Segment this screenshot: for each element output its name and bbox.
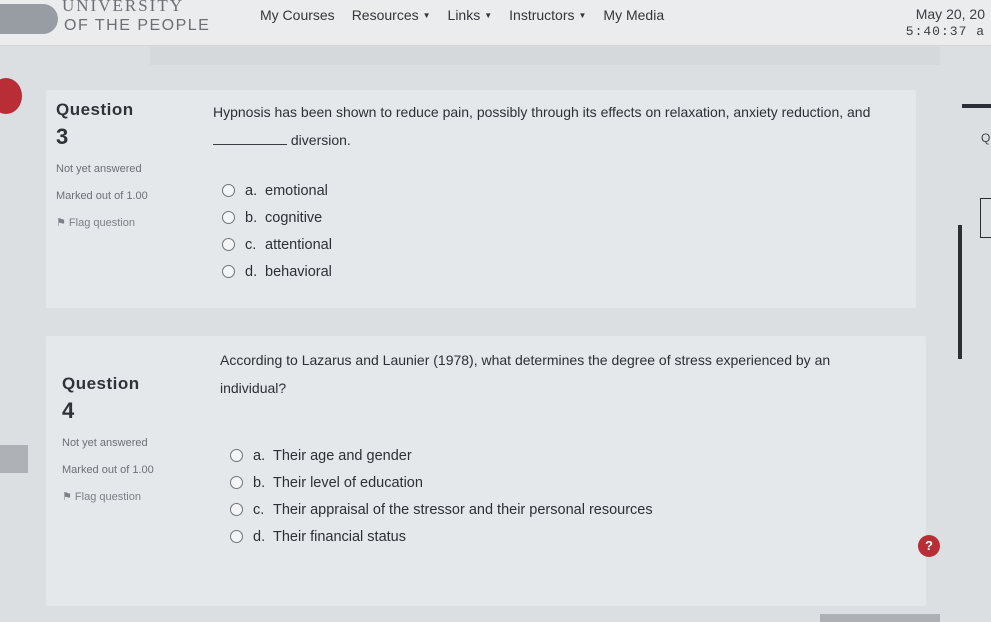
option-text: attentional <box>265 236 332 253</box>
help-button[interactable]: ? <box>918 535 940 557</box>
option-letter: b. <box>245 209 258 226</box>
option-text: behavioral <box>265 263 332 280</box>
question-text-before: Hypnosis has been shown to reduce pain, … <box>213 104 871 120</box>
option-letter: d. <box>245 263 258 280</box>
radio-button[interactable] <box>222 211 235 224</box>
question-label: Question <box>62 374 140 393</box>
option-a[interactable]: a. Their age and gender <box>230 442 653 469</box>
option-text: emotional <box>265 182 328 199</box>
answer-options: a. emotional b. cognitive c. attentional d.… <box>222 177 332 285</box>
side-drawer-toggle[interactable] <box>0 445 28 473</box>
site-header: UNIVERSITY OF THE PEOPLE My Courses Reso… <box>0 0 991 46</box>
question-status: Not yet answered <box>62 437 148 449</box>
option-text: Their financial status <box>273 528 406 545</box>
question-card-3: Question 3 Not yet answered Marked out o… <box>46 90 916 308</box>
clock: May 20, 20 5:40:37 a <box>906 6 985 40</box>
flag-label: Flag question <box>74 491 141 503</box>
question-info: Question 4 Not yet answered Marked out o… <box>62 374 202 505</box>
chevron-down-icon: ▼ <box>484 10 493 20</box>
logo-text-line2[interactable]: OF THE PEOPLE <box>64 17 210 35</box>
nav-my-courses[interactable]: My Courses <box>260 7 335 23</box>
university-logo-emblem-icon[interactable] <box>0 4 58 34</box>
option-letter: c. <box>253 501 265 518</box>
answer-blank <box>213 131 287 145</box>
nav-instructors[interactable]: Instructors ▼ <box>509 7 586 23</box>
flag-icon: ⚑ <box>56 217 69 229</box>
option-c[interactable]: c. Their appraisal of the stressor and th… <box>230 496 653 523</box>
breadcrumb-strip <box>150 47 940 65</box>
option-letter: d. <box>253 528 266 545</box>
right-panel-divider <box>962 104 991 108</box>
option-text: cognitive <box>265 209 323 226</box>
option-text: Their age and gender <box>273 447 412 464</box>
question-text: Hypnosis has been shown to reduce pain, … <box>213 98 873 154</box>
radio-button[interactable] <box>222 265 235 278</box>
answer-options: a. Their age and gender b. Their level of … <box>230 442 653 550</box>
question-info: Question 3 Not yet answered Marked out o… <box>56 100 196 231</box>
radio-button[interactable] <box>230 449 243 462</box>
question-number: 4 <box>62 398 75 423</box>
question-number: 3 <box>56 124 69 149</box>
question-marks: Marked out of 1.00 <box>56 190 148 202</box>
nav-links[interactable]: Links ▼ <box>448 7 493 23</box>
option-text: Their appraisal of the stressor and thei… <box>273 501 653 518</box>
taskbar-strip <box>820 614 940 622</box>
option-text: Their level of education <box>273 474 423 491</box>
option-b[interactable]: b. Their level of education <box>230 469 653 496</box>
chevron-down-icon: ▼ <box>578 10 587 20</box>
flag-question-button[interactable]: ⚑ Flag question <box>62 490 202 505</box>
flag-question-button[interactable]: ⚑ Flag question <box>56 216 196 231</box>
nav-label: My Media <box>603 7 665 23</box>
option-letter: c. <box>245 236 257 253</box>
clock-time: 5:40:37 a <box>905 24 985 39</box>
notification-badge[interactable] <box>0 78 22 114</box>
flag-label: Flag question <box>68 217 135 229</box>
scrollbar-thumb[interactable] <box>958 225 962 359</box>
nav-label: Instructors <box>509 7 575 23</box>
quiz-navigation-box[interactable] <box>980 198 991 238</box>
question-card-4: Question 4 Not yet answered Marked out o… <box>46 336 926 606</box>
nav-label: Resources <box>351 7 419 23</box>
flag-icon: ⚑ <box>62 491 75 503</box>
nav-my-media[interactable]: My Media <box>603 7 664 23</box>
nav-label: My Courses <box>260 7 335 23</box>
option-letter: a. <box>253 447 266 464</box>
question-status: Not yet answered <box>56 163 142 175</box>
clock-date: May 20, 20 <box>915 6 985 22</box>
radio-button[interactable] <box>230 530 243 543</box>
question-text-after: diversion. <box>290 132 351 148</box>
option-letter: a. <box>245 182 258 199</box>
question-text: According to Lazarus and Launier (1978),… <box>220 346 900 402</box>
nav-label: Links <box>447 7 481 23</box>
chevron-down-icon: ▼ <box>422 10 431 20</box>
radio-button[interactable] <box>230 503 243 516</box>
radio-button[interactable] <box>222 184 235 197</box>
option-d[interactable]: d. Their financial status <box>230 523 653 550</box>
question-text-before: According to Lazarus and Launier (1978),… <box>220 352 831 396</box>
option-c[interactable]: c. attentional <box>222 231 332 258</box>
radio-button[interactable] <box>230 476 243 489</box>
option-d[interactable]: d. behavioral <box>222 258 332 285</box>
logo-text-line1[interactable]: UNIVERSITY <box>62 0 184 16</box>
nav-resources[interactable]: Resources ▼ <box>352 7 431 23</box>
option-b[interactable]: b. cognitive <box>222 204 332 231</box>
main-nav: My Courses Resources ▼ Links ▼ Instructors… <box>260 7 664 23</box>
radio-button[interactable] <box>222 238 235 251</box>
option-letter: b. <box>253 474 266 491</box>
question-marks: Marked out of 1.00 <box>62 464 154 476</box>
question-label: Question <box>56 100 134 119</box>
option-a[interactable]: a. emotional <box>222 177 332 204</box>
quiz-navigation-label: Q <box>981 131 991 145</box>
